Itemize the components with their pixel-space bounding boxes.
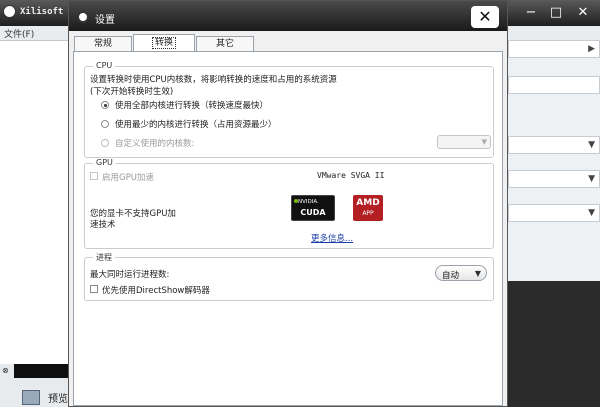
cuda-label: CUDA (300, 208, 326, 217)
close-icon[interactable]: ✕ (471, 6, 499, 28)
app-logo-icon (3, 5, 16, 18)
minimize-icon[interactable]: − (520, 5, 542, 21)
process-legend: 进程 (93, 252, 115, 263)
gpu-legend: GPU (93, 158, 116, 167)
directshow-label[interactable]: 优先使用DirectShow解码器 (102, 284, 210, 296)
dialog-title: 设置 (95, 15, 115, 26)
chevron-down-icon: ▼ (588, 208, 595, 218)
cpu-legend: CPU (93, 61, 116, 70)
core-count-spinner[interactable]: ▼ (437, 135, 491, 149)
gpu-group: GPU 启用GPU加速 VMware SVGA II 您的显卡不支持GPU加 速… (84, 158, 494, 249)
more-info-link[interactable]: 更多信息... (311, 232, 353, 244)
max-process-value: 自动 (442, 271, 460, 281)
gpu-accel-label[interactable]: 启用GPU加速 (102, 171, 154, 183)
profile-row[interactable]: ▼ (508, 136, 600, 154)
gpu-device-name: VMware SVGA II (317, 171, 385, 180)
radio-min-cores[interactable] (101, 120, 109, 128)
chevron-down-icon: ▼ (481, 138, 487, 146)
maximize-icon[interactable]: □ (545, 5, 567, 21)
nvidia-brand: NVIDIA. (298, 199, 319, 205)
cpu-description: 设置转换时使用CPU内核数，将影响转换的速度和占用的系统资源 (90, 75, 337, 85)
cpu-graph (14, 364, 68, 378)
chevron-down-icon: ▼ (588, 174, 595, 184)
cpu-group: CPU 设置转换时使用CPU内核数，将影响转换的速度和占用的系统资源 (下次开始… (84, 61, 494, 158)
chevron-down-icon: ▼ (588, 140, 595, 150)
disk-icon (22, 390, 40, 405)
app-file-list[interactable] (0, 41, 68, 364)
amd-brand: AMD (356, 198, 380, 208)
directshow-checkbox[interactable] (90, 285, 98, 293)
radio-all-cores-label[interactable]: 使用全部内核进行转换（转换速度最快） (115, 99, 268, 111)
tab-convert[interactable]: 转换 (133, 34, 195, 51)
process-group: 进程 最大同时运行进程数: 自动 ▼ 优先使用DirectShow解码器 (84, 252, 494, 301)
profile-row[interactable]: ▶ (508, 40, 600, 58)
app-logo-icon (77, 11, 89, 23)
profile-row[interactable]: ▼ (508, 204, 600, 222)
amd-app-logo: AMD APP (353, 195, 383, 221)
chevron-right-icon: ▶ (588, 44, 595, 54)
max-process-select[interactable]: 自动 ▼ (435, 265, 487, 281)
radio-min-cores-label[interactable]: 使用最少的内核进行转换（占用资源最少） (115, 118, 277, 130)
convert-tab-panel: CPU 设置转换时使用CPU内核数，将影响转换的速度和占用的系统资源 (下次开始… (73, 51, 503, 406)
max-process-label: 最大同时运行进程数: (90, 270, 170, 280)
app-close-icon[interactable]: ✕ (572, 5, 594, 21)
radio-all-cores[interactable] (101, 101, 109, 109)
cpu-note: (下次开始转换时生效) (90, 87, 174, 97)
remove-icon[interactable]: ⊗ (2, 366, 9, 375)
nvidia-cuda-logo: NVIDIA. CUDA (291, 195, 335, 221)
settings-dialog: 设置 ✕ 常规 转换 其它 CPU 设置转换时使用CPU内核数，将影响转换的速度… (68, 0, 508, 407)
gpu-not-supported-2: 速技术 (90, 220, 116, 230)
tab-general[interactable]: 常规 (74, 36, 132, 51)
profile-row[interactable]: ▼ (508, 170, 600, 188)
chevron-down-icon: ▼ (474, 269, 481, 278)
menu-file[interactable]: 文件(F) (4, 27, 34, 40)
gpu-accel-checkbox[interactable] (90, 172, 98, 180)
preview-label: 预览 (48, 394, 68, 405)
amd-app-label: APP (362, 210, 374, 217)
tab-other[interactable]: 其它 (196, 36, 254, 51)
radio-custom-cores[interactable] (101, 139, 109, 147)
radio-custom-cores-label[interactable]: 自定义使用的内核数: (115, 137, 194, 149)
dialog-title-bar[interactable]: 设置 ✕ (69, 1, 507, 31)
profile-row[interactable] (508, 76, 600, 94)
